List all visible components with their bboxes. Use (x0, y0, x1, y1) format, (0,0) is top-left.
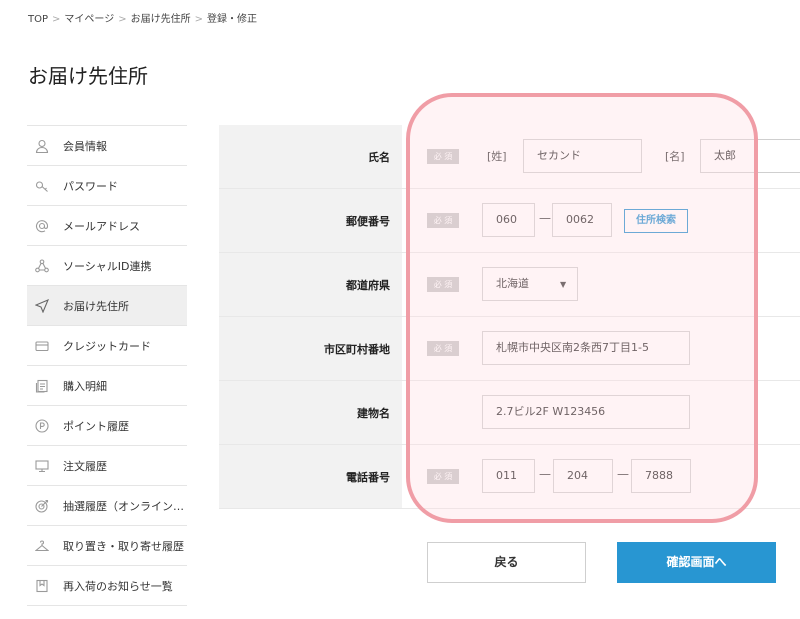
city-label: 市区町村番地 (324, 342, 390, 356)
sidebar-item-password[interactable]: パスワード (27, 166, 187, 206)
postal-code-2-input[interactable]: 0062 (552, 203, 612, 237)
back-button[interactable]: 戻る (427, 542, 586, 583)
sidebar-item-label: 注文履歴 (63, 459, 107, 473)
breadcrumb: TOP > マイページ > お届け先住所 > 登録・修正 (28, 10, 257, 25)
breadcrumb-separator: > (194, 14, 203, 25)
postal-input-cell: 必 須 060 — 0062 住所検索 (402, 189, 800, 252)
sidebar-item-label: ソーシャルID連携 (63, 259, 152, 273)
phone-label: 電話番号 (346, 470, 390, 484)
phone-2-input[interactable]: 204 (553, 459, 613, 493)
postal-label: 郵便番号 (346, 214, 390, 228)
city-row: 市区町村番地 必 須 札幌市中央区南2条西7丁目1-5 (219, 317, 800, 381)
required-badge: 必 須 (427, 149, 459, 164)
confirm-button[interactable]: 確認画面へ (617, 542, 776, 583)
name-label-cell: 氏名 (219, 125, 402, 188)
sidebar-item-reservation-history[interactable]: 取り置き・取り寄せ履歴 (27, 526, 187, 566)
building-name-input[interactable]: 2.7ビル2F W123456 (482, 395, 690, 429)
sidebar-item-label: 会員情報 (63, 139, 107, 153)
required-badge: 必 須 (427, 341, 459, 356)
phone-row: 電話番号 必 須 011 — 204 — 7888 (219, 445, 800, 509)
sidebar-item-email[interactable]: メールアドレス (27, 206, 187, 246)
building-label: 建物名 (357, 406, 390, 420)
breadcrumb-address[interactable]: お届け先住所 (131, 14, 191, 25)
target-icon (35, 499, 49, 513)
page-title: お届け先住所 (28, 64, 148, 88)
city-address-input[interactable]: 札幌市中央区南2条西7丁目1-5 (482, 331, 690, 365)
breadcrumb-separator: > (52, 14, 61, 25)
sidebar-item-social-id[interactable]: ソーシャルID連携 (27, 246, 187, 286)
sidebar-item-member-info[interactable]: 会員情報 (27, 126, 187, 166)
receipt-icon (35, 379, 49, 393)
phone-dash-2: — (617, 467, 629, 481)
sidebar-item-label: お届け先住所 (63, 299, 129, 313)
city-input-cell: 必 須 札幌市中央区南2条西7丁目1-5 (402, 317, 800, 380)
prefecture-label: 都道府県 (346, 278, 390, 292)
address-search-button[interactable]: 住所検索 (624, 209, 688, 233)
sidebar-item-label: 購入明細 (63, 379, 107, 393)
sidebar-item-label: クレジットカード (63, 339, 151, 353)
sidebar-item-label: 抽選履歴（オンライン… (63, 499, 184, 513)
sidebar-item-credit-card[interactable]: クレジットカード (27, 326, 187, 366)
city-label-cell: 市区町村番地 (219, 317, 402, 380)
credit-card-icon (35, 339, 49, 353)
breadcrumb-top[interactable]: TOP (28, 14, 48, 25)
phone-3-input[interactable]: 7888 (631, 459, 691, 493)
building-row: 建物名 2.7ビル2F W123456 (219, 381, 800, 445)
sidebar-item-delivery-address[interactable]: お届け先住所 (27, 286, 187, 326)
postal-code-row: 郵便番号 必 須 060 — 0062 住所検索 (219, 189, 800, 253)
first-name-bracket: [名] (665, 150, 685, 163)
user-icon (35, 139, 49, 153)
postal-label-cell: 郵便番号 (219, 189, 402, 252)
name-label: 氏名 (368, 150, 390, 164)
sidebar-item-label: 再入荷のお知らせ一覧 (63, 579, 173, 593)
sidebar-item-label: パスワード (63, 179, 118, 193)
last-name-input[interactable]: セカンド (523, 139, 642, 173)
last-name-bracket: [姓] (487, 150, 507, 163)
sidebar-nav: 会員情報 パスワード メールアドレス ソーシャルID連携 お届け先住所 クレジッ… (27, 125, 187, 606)
share-icon (35, 258, 49, 273)
building-input-cell: 2.7ビル2F W123456 (402, 381, 800, 444)
name-input-cell: 必 須 [姓] セカンド [名] 太郎 (402, 125, 800, 188)
monitor-icon (35, 459, 49, 473)
sidebar-item-lottery-history[interactable]: 抽選履歴（オンライン… (27, 486, 187, 526)
required-badge: 必 須 (427, 277, 459, 292)
breadcrumb-mypage[interactable]: マイページ (64, 14, 114, 25)
building-label-cell: 建物名 (219, 381, 402, 444)
sidebar-item-purchase-details[interactable]: 購入明細 (27, 366, 187, 406)
sidebar-item-order-history[interactable]: 注文履歴 (27, 446, 187, 486)
sidebar-item-restock-notifications[interactable]: 再入荷のお知らせ一覧 (27, 566, 187, 606)
sidebar-item-label: ポイント履歴 (63, 419, 129, 433)
phone-1-input[interactable]: 011 (482, 459, 535, 493)
required-badge: 必 須 (427, 213, 459, 228)
required-badge: 必 須 (427, 469, 459, 484)
prefecture-row: 都道府県 必 須 北海道 ▼ (219, 253, 800, 317)
key-icon (35, 179, 49, 193)
bookmark-icon (35, 579, 49, 593)
sidebar-item-label: 取り置き・取り寄せ履歴 (63, 539, 184, 553)
phone-dash-1: — (539, 467, 551, 481)
chevron-down-icon: ▼ (560, 280, 567, 289)
name-row: 氏名 必 須 [姓] セカンド [名] 太郎 (219, 125, 800, 189)
send-icon (35, 298, 49, 313)
phone-label-cell: 電話番号 (219, 445, 402, 508)
prefecture-select-value: 北海道 (496, 277, 529, 290)
postal-code-1-input[interactable]: 060 (482, 203, 535, 237)
postal-dash: — (539, 211, 551, 225)
at-icon (35, 219, 49, 233)
prefecture-input-cell: 必 須 北海道 ▼ (402, 253, 800, 316)
point-icon (35, 418, 49, 433)
hanger-icon (35, 539, 49, 553)
sidebar-item-point-history[interactable]: ポイント履歴 (27, 406, 187, 446)
phone-input-cell: 必 須 011 — 204 — 7888 (402, 445, 800, 508)
first-name-input[interactable]: 太郎 (700, 139, 800, 173)
breadcrumb-current: 登録・修正 (207, 14, 257, 25)
prefecture-label-cell: 都道府県 (219, 253, 402, 316)
breadcrumb-separator: > (118, 14, 127, 25)
sidebar-item-label: メールアドレス (63, 219, 140, 233)
